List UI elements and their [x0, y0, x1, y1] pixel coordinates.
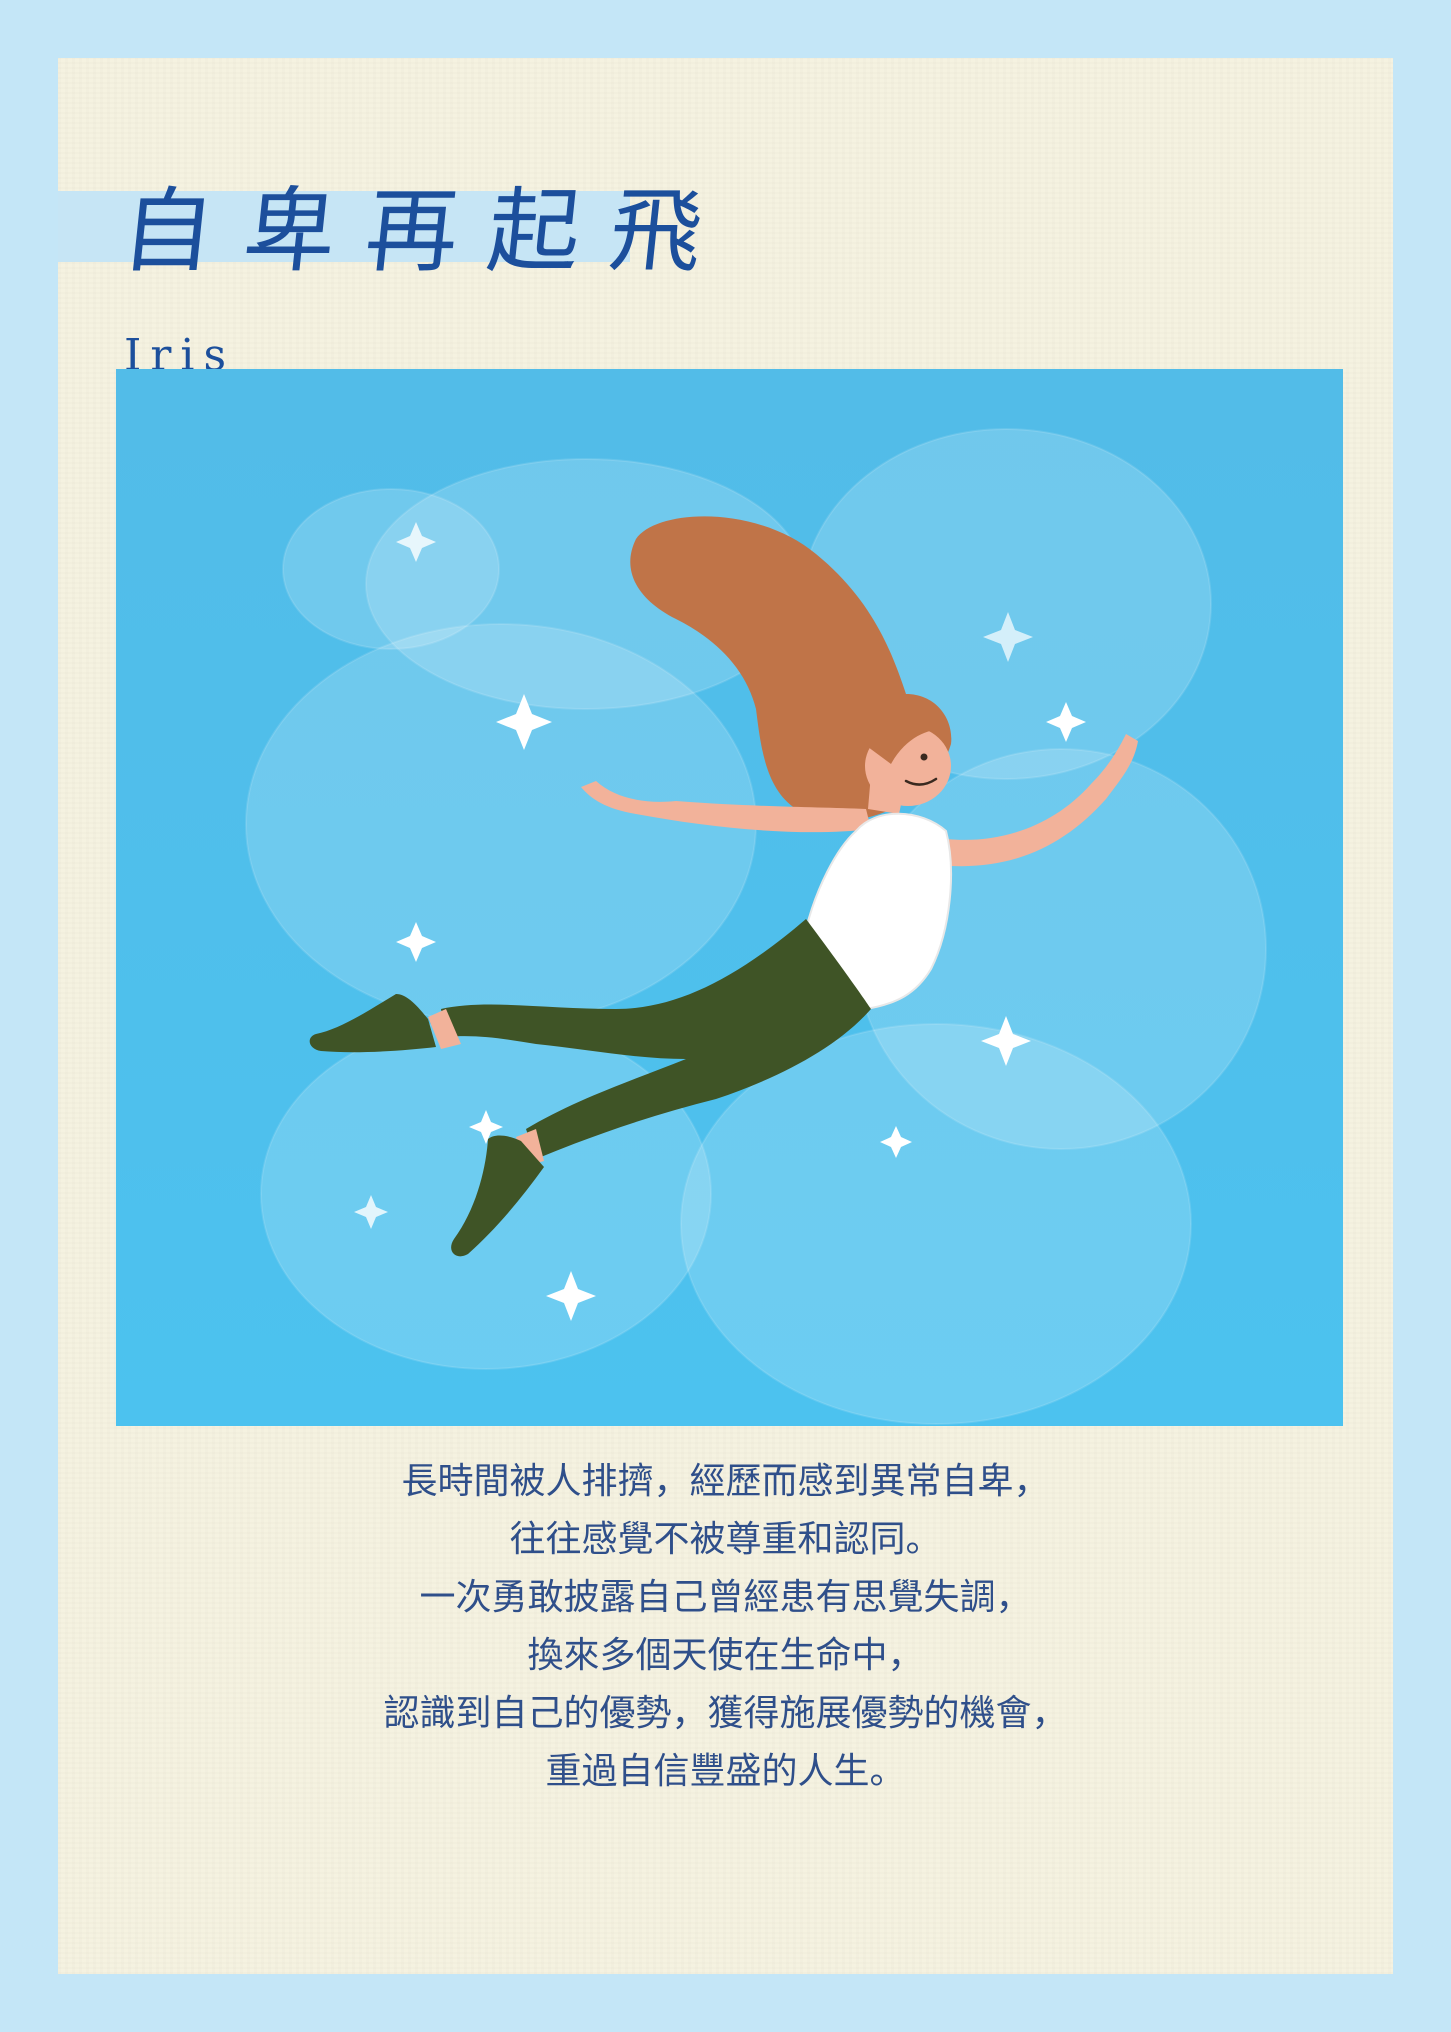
story-text: 長時間被人排擠，經歷而感到異常自卑， 往往感覺不被尊重和認同。 一次勇敢披露自己… [58, 1453, 1393, 1801]
cloud-blob [680, 1023, 1192, 1425]
story-line: 往往感覺不被尊重和認同。 [509, 1519, 942, 1560]
poster-card: 自卑再起飛 Iris 長時間被人排擠，經歷而感到異常自卑， 往往感覺不被尊重和認… [58, 58, 1393, 1974]
illustration-panel [116, 369, 1343, 1426]
story-line: 認識到自己的優勢，獲得施展優勢的機會， [383, 1693, 1068, 1734]
cloud-blob [245, 623, 757, 1025]
story-line: 一次勇敢披露自己曾經患有思覺失調， [419, 1577, 1032, 1618]
story-line: 換來多個天使在生命中， [527, 1635, 924, 1676]
story-line: 長時間被人排擠，經歷而感到異常自卑， [401, 1461, 1050, 1502]
poster-title: 自卑再起飛 [116, 178, 738, 285]
story-line: 重過自信豐盛的人生。 [545, 1751, 906, 1792]
